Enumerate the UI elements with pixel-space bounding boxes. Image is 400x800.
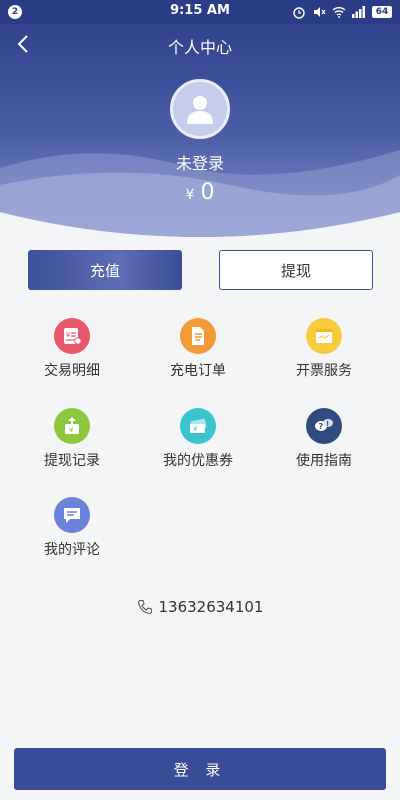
menu-item-coupon[interactable]: ¥ 我的优惠券 [138, 408, 258, 478]
menu-item-withdraw-record[interactable]: ¥ 提现记录 [12, 408, 132, 478]
wifi-icon [332, 7, 346, 18]
coupon-icon: ¥ [180, 408, 216, 444]
login-button[interactable]: 登 录 [14, 748, 386, 790]
withdraw-button[interactable]: 提现 [219, 250, 373, 290]
page-title: 个人中心 [167, 38, 232, 57]
svg-text:¥: ¥ [66, 331, 71, 339]
menu-item-label: 提现记录 [44, 453, 100, 469]
login-status: 未登录 [175, 154, 224, 173]
transaction-detail-icon: ¥ [54, 318, 90, 354]
currency-symbol: ¥ [185, 187, 195, 203]
svg-text:?: ? [319, 422, 324, 431]
menu-item-label: 充电订单 [170, 363, 226, 379]
menu-item-label: 使用指南 [296, 453, 352, 469]
menu-item-invoice-service[interactable]: 开票服务 [264, 318, 384, 388]
phone-number: 13632634101 [158, 598, 264, 616]
menu-item-label: 开票服务 [296, 363, 352, 379]
svg-text:¥: ¥ [69, 426, 74, 434]
alarm-icon [293, 7, 305, 19]
battery-icon: 64 [372, 6, 392, 18]
profile-header: 2 9:15 AM 64 个人中心 未登录 ¥0 [0, 0, 400, 250]
menu-item-comment[interactable]: 我的评论 [12, 497, 132, 567]
menu-item-transaction-detail[interactable]: ¥ 交易明细 [12, 318, 132, 388]
recharge-button[interactable]: 充值 [28, 250, 182, 290]
phone-icon [137, 599, 152, 615]
charging-order-icon [180, 318, 216, 354]
menu-item-label: 我的评论 [44, 542, 100, 558]
menu-item-charging-order[interactable]: 充电订单 [138, 318, 258, 388]
user-icon [187, 96, 213, 124]
status-bar: 2 9:15 AM 64 [0, 0, 400, 24]
svg-text:¥: ¥ [193, 425, 198, 433]
menu-item-label: 交易明细 [44, 363, 100, 379]
balance-amount: 0 [200, 180, 215, 205]
withdraw-record-icon: ¥ [54, 408, 90, 444]
menu-item-label: 我的优惠券 [163, 453, 233, 469]
avatar[interactable] [170, 79, 230, 139]
contact-phone[interactable]: 13632634101 [0, 598, 400, 616]
balance: ¥0 [0, 180, 400, 205]
comment-icon [54, 497, 90, 533]
menu-item-guide[interactable]: ?! 使用指南 [264, 408, 384, 478]
signal-icon [352, 6, 365, 18]
svg-text:!: ! [326, 420, 329, 428]
guide-icon: ?! [306, 408, 342, 444]
mute-icon [314, 7, 326, 17]
invoice-service-icon [306, 318, 342, 354]
